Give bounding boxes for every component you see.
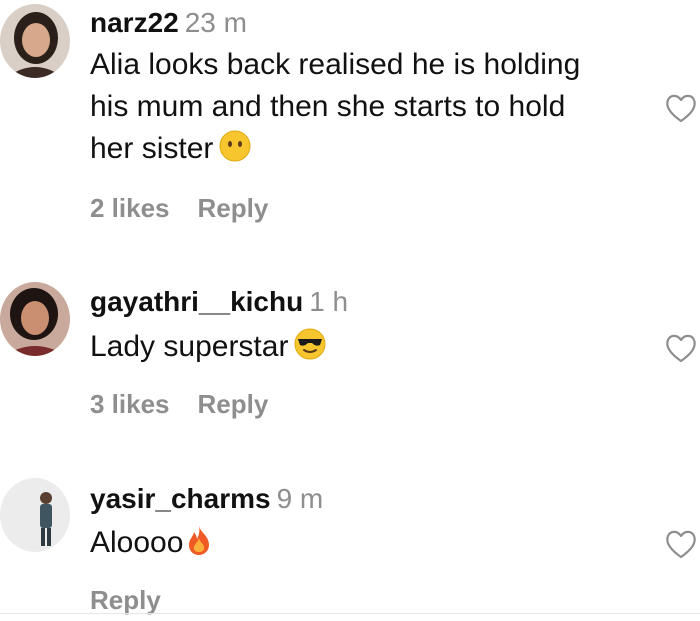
likes-count[interactable]: 3 likes <box>90 389 170 419</box>
comment-text: Alia looks back realised he is holding h… <box>90 44 650 170</box>
reply-button[interactable]: Reply <box>90 585 161 615</box>
comment-text: Aloooo <box>90 522 650 564</box>
comment-header: narz22 23 m <box>90 6 247 40</box>
fire-emoji-icon <box>183 524 215 556</box>
comment-text-line: her sister <box>90 128 650 170</box>
comment-actions: 2 likes Reply <box>90 193 268 224</box>
comment-header: gayathri__kichu 1 h <box>90 285 348 319</box>
comment-text-line: Aloooo <box>90 522 650 564</box>
sunglasses-face-emoji-icon <box>294 328 326 360</box>
username[interactable]: gayathri__kichu <box>90 286 303 317</box>
reply-button[interactable]: Reply <box>198 193 269 223</box>
like-heart-icon[interactable] <box>664 332 698 364</box>
like-heart-icon[interactable] <box>664 92 698 124</box>
timestamp: 23 m <box>184 7 247 38</box>
avatar[interactable] <box>0 4 70 78</box>
comment-text-line: Lady superstar <box>90 326 650 368</box>
timestamp: 1 h <box>309 286 349 317</box>
comment-actions: 3 likes Reply <box>90 389 268 420</box>
neutral-face-emoji-icon <box>219 130 251 162</box>
comment-text-line: Alia looks back realised he is holding <box>90 48 581 81</box>
comment-actions: Reply <box>90 585 161 616</box>
comment-header: yasir_charms 9 m <box>90 482 323 516</box>
comment-text-line: his mum and then she starts to hold <box>90 90 566 123</box>
avatar[interactable] <box>0 282 70 356</box>
username[interactable]: narz22 <box>90 7 179 38</box>
likes-count[interactable]: 2 likes <box>90 193 170 223</box>
reply-button[interactable]: Reply <box>198 389 269 419</box>
divider <box>0 613 700 614</box>
username[interactable]: yasir_charms <box>90 483 271 514</box>
like-heart-icon[interactable] <box>664 528 698 560</box>
comment-text: Lady superstar <box>90 326 650 368</box>
timestamp: 9 m <box>276 483 324 514</box>
avatar[interactable] <box>0 478 70 552</box>
